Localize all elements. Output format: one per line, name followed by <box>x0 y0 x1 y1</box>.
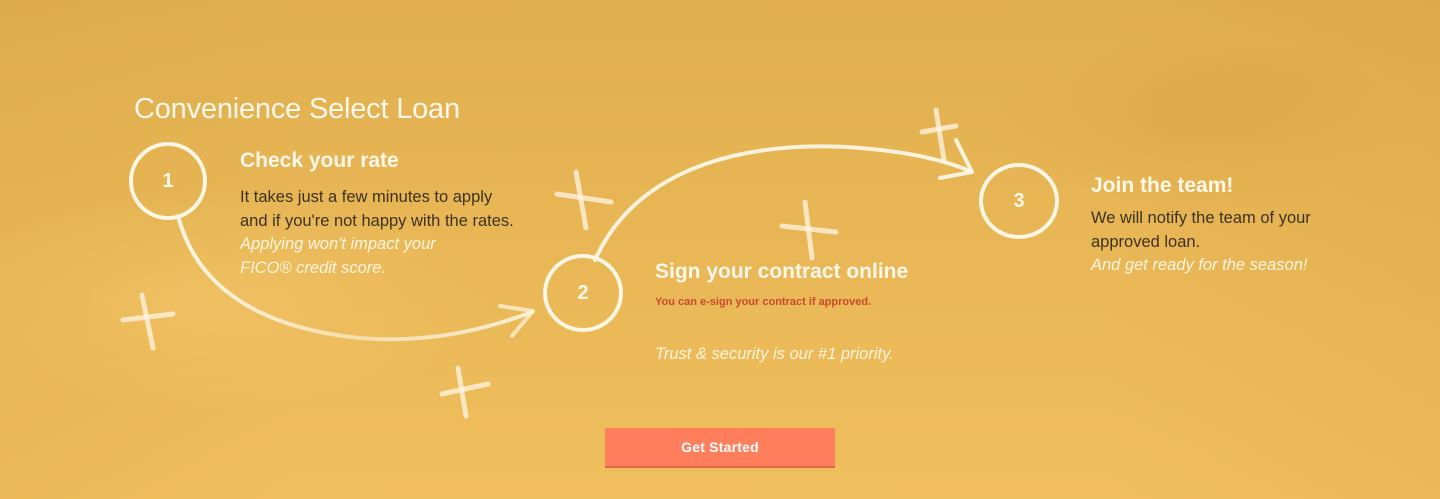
page-title: Convenience Select Loan <box>134 93 460 125</box>
step-2-heading: Sign your contract online <box>655 260 909 283</box>
cross-mark-icon <box>779 199 839 261</box>
step-3-description: We will notify the team of your approved… <box>1091 207 1361 278</box>
step-1-italic-line-1: Applying won't impact your <box>240 235 436 253</box>
step-2-tagline: Trust & security is our #1 priority. <box>655 345 894 363</box>
step-1-heading: Check your rate <box>240 149 399 172</box>
cross-mark-icon <box>439 365 491 419</box>
get-started-button[interactable]: Get Started <box>605 428 835 468</box>
cross-mark-icon <box>120 292 176 351</box>
step-3-heading: Join the team! <box>1091 174 1234 197</box>
step-3-line-1: We will notify the team of your <box>1091 209 1311 227</box>
step-1-line-2: and if you're not happy with the rates. <box>240 211 514 230</box>
step-2-note: You can e-sign your contract if approved… <box>655 296 872 308</box>
cross-mark-icon <box>554 169 614 231</box>
hero-section: Convenience Select Loan 1 Check your rat… <box>0 0 1440 499</box>
curved-arrow-2-to-3 <box>593 144 974 262</box>
step-1-description: It takes just a few minutes to apply and… <box>240 186 560 280</box>
step-1-badge: 1 <box>129 142 207 220</box>
step-2-badge: 2 <box>543 254 623 332</box>
step-3-italic-line: And get ready for the season! <box>1091 256 1308 274</box>
step-1-italic-line-2: FICO® credit score. <box>240 258 387 277</box>
step-3-badge: 3 <box>979 163 1059 239</box>
step-1-line-1: It takes just a few minutes to apply <box>240 188 493 206</box>
cross-mark-icon <box>919 107 959 163</box>
step-3-line-2: approved loan. <box>1091 232 1201 251</box>
